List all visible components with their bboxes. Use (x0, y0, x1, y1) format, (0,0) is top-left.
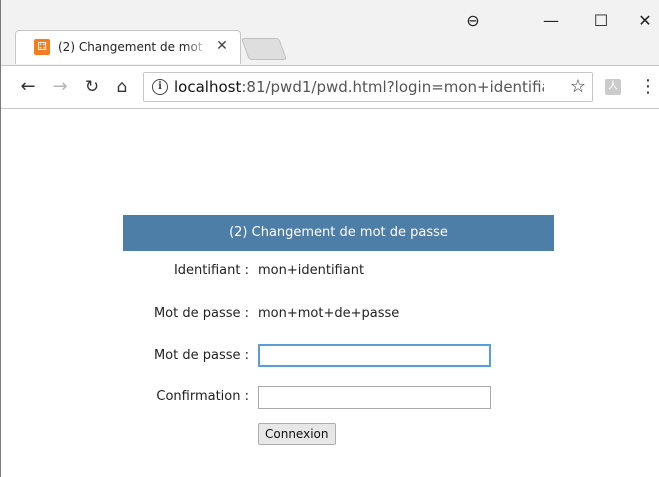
minimize-icon[interactable]: — (536, 8, 566, 34)
browser-tab[interactable]: ⚃ (2) Changement de mot de passe ✕ (15, 30, 241, 64)
new-password-input[interactable] (258, 344, 491, 367)
address-bar[interactable]: i localhost:81/pwd1/pwd.html?login=mon+i… (143, 72, 593, 102)
profile-icon[interactable]: ⊖ (458, 8, 488, 34)
close-tab-icon[interactable]: ✕ (214, 37, 230, 55)
identifiant-label: Identifiant : (173, 263, 249, 278)
page-content: (2) Changement de mot de passe Identifia… (1, 109, 659, 477)
forward-arrow-icon[interactable]: → (49, 76, 71, 98)
maximize-icon[interactable]: ☐ (586, 8, 616, 34)
close-window-icon[interactable]: ✕ (630, 8, 659, 34)
new-password-label: Mot de passe : (153, 348, 249, 363)
connexion-button[interactable]: Connexion (258, 423, 336, 445)
home-icon[interactable]: ⌂ (111, 76, 133, 98)
new-tab-button[interactable] (240, 38, 288, 60)
url-path: :81/pwd1/pwd.html?login=mon+identifiant.… (241, 78, 544, 96)
bookmark-star-icon[interactable]: ☆ (570, 77, 586, 97)
url-host: localhost (174, 78, 242, 96)
url-text[interactable]: localhost:81/pwd1/pwd.html?login=mon+ide… (174, 78, 544, 96)
back-arrow-icon[interactable]: ← (17, 76, 39, 98)
site-info-icon[interactable]: i (152, 79, 168, 95)
xampp-favicon-icon: ⚃ (34, 39, 50, 55)
pdf-extension-icon[interactable]: 人 (605, 79, 621, 95)
password-label: Mot de passe : (153, 306, 249, 321)
browser-toolbar: ← → ↻ ⌂ i localhost:81/pwd1/pwd.html?log… (1, 65, 659, 109)
browser-menu-icon[interactable]: ⋮ (639, 76, 657, 98)
form-title: (2) Changement de mot de passe (123, 215, 554, 251)
confirmation-input[interactable] (258, 386, 491, 409)
password-value: mon+mot+de+passe (258, 306, 400, 321)
confirmation-label: Confirmation : (156, 389, 249, 404)
browser-window: ⚃ (2) Changement de mot de passe ✕ ⊖ — ☐… (0, 0, 659, 477)
tab-title: (2) Changement de mot de passe (58, 40, 208, 54)
reload-icon[interactable]: ↻ (81, 76, 103, 98)
identifiant-value: mon+identifiant (258, 263, 365, 278)
title-bar: ⚃ (2) Changement de mot de passe ✕ ⊖ — ☐… (1, 0, 659, 66)
